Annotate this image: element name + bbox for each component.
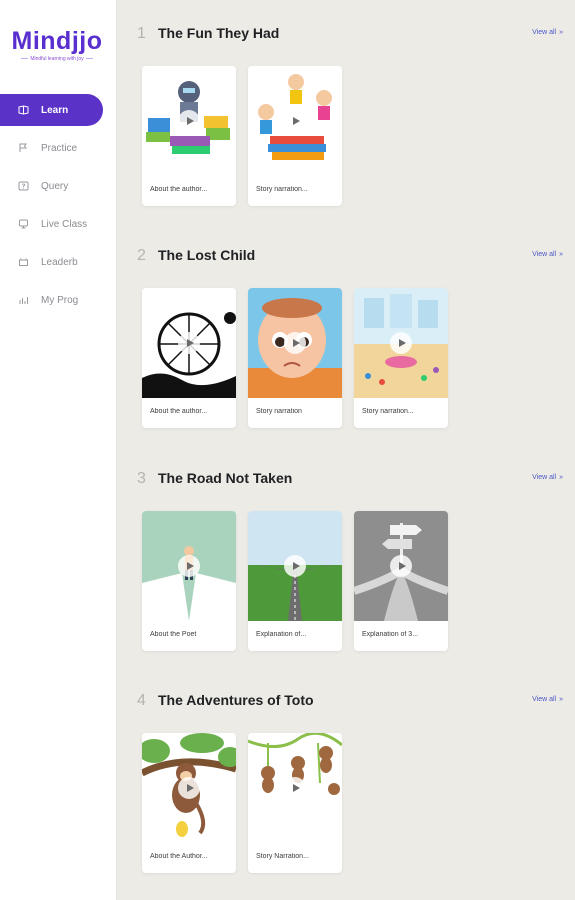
sidebar-item-leaderboard[interactable]: Leaderb: [0, 246, 117, 278]
main-content: 1 The Fun They Had View all » About the …: [117, 0, 575, 900]
flag-icon: [18, 143, 29, 153]
view-all-label: View all: [532, 251, 557, 258]
section-header: 4 The Adventures of Toto: [137, 692, 314, 710]
play-icon: [178, 777, 200, 799]
view-all-link[interactable]: View all »: [532, 29, 563, 36]
chart-icon: [18, 295, 29, 305]
brand-tagline: Mindful learning with joy: [9, 56, 105, 62]
video-thumbnail: [248, 511, 342, 621]
sidebar-item-my-progress[interactable]: My Prog: [0, 284, 117, 316]
chevron-right-icon: »: [559, 29, 563, 36]
video-thumbnail: [248, 288, 342, 398]
sidebar-item-label: Leaderb: [41, 256, 78, 268]
card-row: About the Poet Explanation of... Explana…: [142, 511, 448, 651]
video-caption: Story narration...: [256, 186, 308, 193]
video-caption: About the author...: [150, 408, 208, 415]
video-caption: Story Narration...: [256, 853, 309, 860]
video-thumbnail: [142, 733, 236, 843]
video-card[interactable]: Story narration...: [354, 288, 448, 428]
book-icon: [18, 105, 29, 115]
video-thumbnail: [142, 66, 236, 176]
brand-logo[interactable]: Mindjjo Mindful learning with joy: [9, 27, 105, 62]
video-card[interactable]: Explanation of 3...: [354, 511, 448, 651]
play-icon: [390, 332, 412, 354]
video-card[interactable]: About the author...: [142, 66, 236, 206]
sidebar-item-label: Query: [41, 180, 69, 192]
video-card[interactable]: About the author...: [142, 288, 236, 428]
sidebar-item-query[interactable]: Query: [0, 170, 117, 202]
video-card[interactable]: Explanation of...: [248, 511, 342, 651]
sidebar-item-label: Practice: [41, 142, 78, 154]
view-all-label: View all: [532, 474, 557, 481]
brand-name: Mindjjo: [11, 27, 103, 55]
sidebar-nav: Learn Practice Query Live Class Leaderb: [0, 94, 117, 322]
card-row: About the author... Story narration Stor…: [142, 288, 448, 428]
video-thumbnail: [354, 511, 448, 621]
trophy-icon: [18, 257, 29, 267]
video-card[interactable]: About the Author...: [142, 733, 236, 873]
chevron-right-icon: »: [559, 474, 563, 481]
play-icon: [284, 555, 306, 577]
play-icon: [284, 777, 306, 799]
video-thumbnail: [248, 66, 342, 176]
video-caption: About the Poet: [150, 631, 197, 638]
video-thumbnail: [354, 288, 448, 398]
view-all-label: View all: [532, 696, 557, 703]
card-row: About the Author... Story Narration...: [142, 733, 342, 873]
video-caption: About the Author...: [150, 853, 208, 860]
video-caption: Explanation of...: [256, 631, 307, 638]
sidebar-item-live-class[interactable]: Live Class: [0, 208, 117, 240]
video-thumbnail: [248, 733, 342, 843]
sidebar-item-learn[interactable]: Learn: [0, 94, 103, 126]
sidebar-item-label: Live Class: [41, 218, 88, 230]
video-caption: About the author...: [150, 186, 208, 193]
question-icon: [18, 181, 29, 191]
play-icon: [178, 110, 200, 132]
section-number: 1: [137, 25, 146, 42]
play-icon: [178, 332, 200, 354]
view-all-link[interactable]: View all »: [532, 696, 563, 703]
section-number: 2: [137, 247, 146, 264]
live-icon: [18, 219, 29, 229]
play-icon: [284, 110, 306, 132]
section-title: The Fun They Had: [158, 25, 280, 41]
video-thumbnail: [142, 288, 236, 398]
section-number: 4: [137, 692, 146, 709]
chevron-right-icon: »: [559, 696, 563, 703]
section-title: The Lost Child: [158, 247, 256, 263]
sidebar: Mindjjo Mindful learning with joy Learn …: [0, 0, 117, 900]
video-card[interactable]: Story narration...: [248, 66, 342, 206]
video-thumbnail: [142, 511, 236, 621]
section-number: 3: [137, 470, 146, 487]
chevron-right-icon: »: [559, 251, 563, 258]
section-header: 1 The Fun They Had: [137, 25, 279, 43]
view-all-label: View all: [532, 29, 557, 36]
card-row: About the author... Story narration...: [142, 66, 342, 206]
section-title: The Adventures of Toto: [158, 692, 314, 708]
section-header: 3 The Road Not Taken: [137, 470, 292, 488]
sidebar-item-practice[interactable]: Practice: [0, 132, 117, 164]
sidebar-item-label: Learn: [41, 104, 69, 116]
video-caption: Story narration...: [362, 408, 414, 415]
video-caption: Story narration: [256, 408, 302, 415]
play-icon: [178, 555, 200, 577]
play-icon: [390, 555, 412, 577]
video-card[interactable]: About the Poet: [142, 511, 236, 651]
view-all-link[interactable]: View all »: [532, 474, 563, 481]
video-caption: Explanation of 3...: [362, 631, 419, 638]
section-header: 2 The Lost Child: [137, 247, 255, 265]
view-all-link[interactable]: View all »: [532, 251, 563, 258]
video-card[interactable]: Story Narration...: [248, 733, 342, 873]
sidebar-item-label: My Prog: [41, 294, 79, 306]
video-card[interactable]: Story narration: [248, 288, 342, 428]
section-title: The Road Not Taken: [158, 470, 293, 486]
play-icon: [284, 332, 306, 354]
